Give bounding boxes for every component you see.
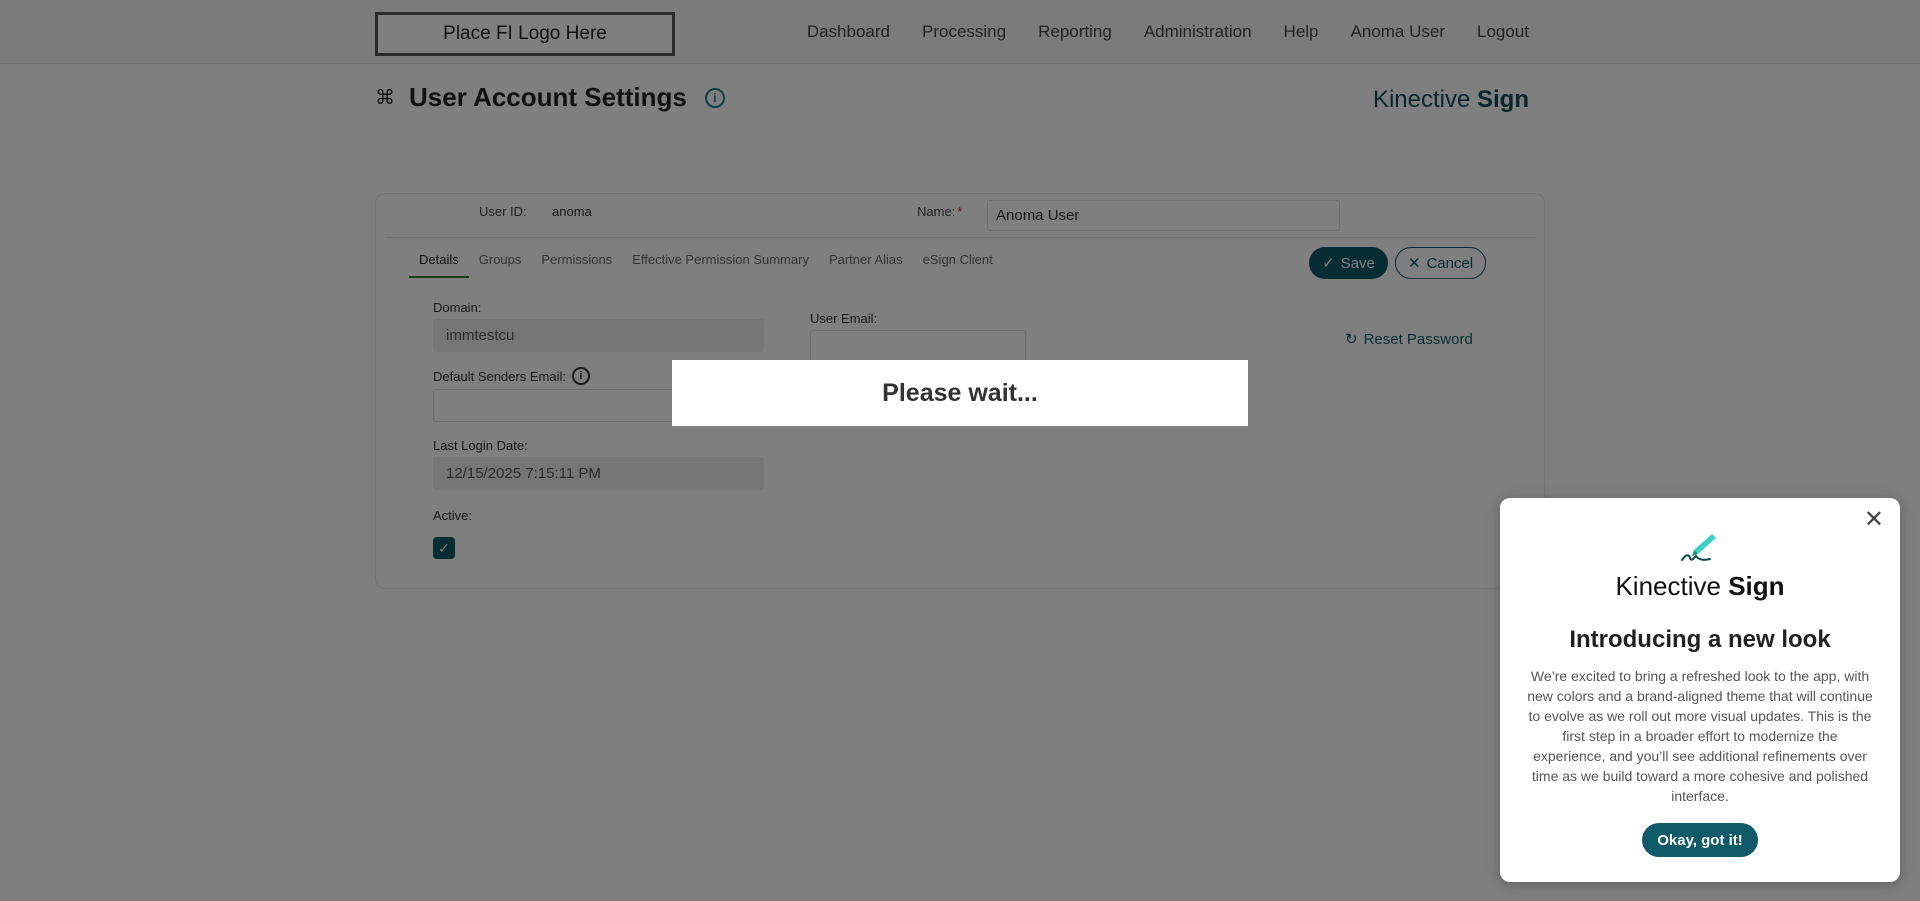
loading-text: Please wait... [882, 378, 1038, 407]
signature-pen-icon [1681, 534, 1716, 561]
popup-body: We’re excited to bring a refreshed look … [1527, 668, 1873, 804]
okay-got-it-button[interactable]: Okay, got it! [1642, 823, 1758, 857]
popup-heading: Introducing a new look [1569, 626, 1831, 653]
popup-brand-light: Kinective [1615, 571, 1721, 601]
popup-brand-bold: Sign [1728, 571, 1785, 601]
popup-brand-logo: Kinective Sign [1500, 571, 1900, 602]
new-look-popup: ✕ Kinective Sign Introducing a new look … [1500, 498, 1900, 882]
loading-dialog: Please wait... [672, 360, 1248, 426]
close-icon[interactable]: ✕ [1864, 508, 1884, 532]
